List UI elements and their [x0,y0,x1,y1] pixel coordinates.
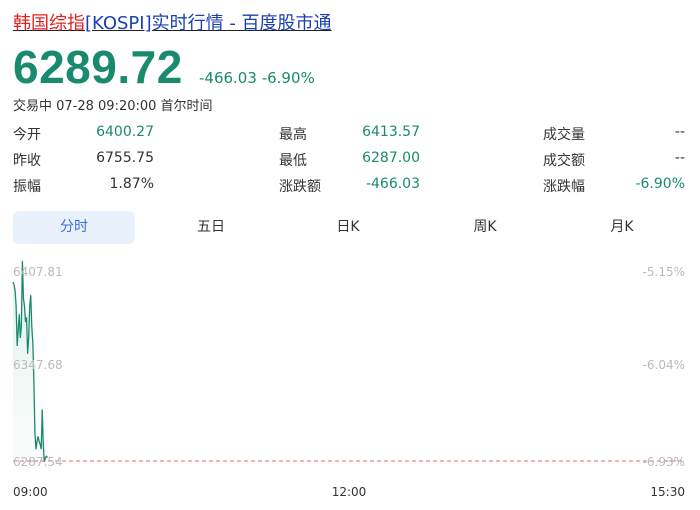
y-tick-low: 6287.54 [13,455,63,469]
stat-prev-close-label: 昨收 [13,153,41,169]
title-index-name[interactable]: 韩国综指 [13,13,85,34]
change-amount: -466.03 [199,69,257,87]
tab-weekly-k[interactable]: 周K [424,211,546,244]
change-percent: -6.90% [261,69,315,87]
stat-high-label: 最高 [279,127,307,143]
stat-low-label: 最低 [279,153,307,169]
trading-status: 交易中 07-28 09:20:00 首尔时间 [13,99,213,114]
tab-five-day[interactable]: 五日 [150,211,272,244]
stat-open-value: 6400.27 [96,124,154,140]
stat-prev-close-value: 6755.75 [96,150,154,166]
price-change: -466.03 -6.90% [199,69,315,87]
current-price: 6289.72 [13,41,183,93]
stat-change-amount-label: 涨跌额 [279,179,321,195]
stat-amplitude-label: 振幅 [13,179,41,195]
page-title[interactable]: 韩国综指[KOSPI]实时行情 - 百度股市通 [13,9,332,35]
stat-open-label: 今开 [13,127,41,143]
tab-intraday[interactable]: 分时 [13,211,135,244]
x-tick-open: 09:00 [13,485,48,499]
stat-change-pct-label: 涨跌幅 [543,179,585,195]
title-site-name[interactable]: [KOSPI]实时行情 - 百度股市通 [85,13,332,34]
stat-amplitude-value: 1.87% [109,176,154,192]
stat-change-pct-value: -6.90% [635,176,685,192]
x-tick-midday: 12:00 [332,485,367,499]
tab-monthly-k[interactable]: 月K [561,211,683,244]
y-pct-tick-low: -6.93% [643,455,685,469]
stat-volume-value: -- [674,124,685,140]
stat-turnover-label: 成交额 [543,153,585,169]
tab-daily-k[interactable]: 日K [287,211,409,244]
chart-period-tabs: 分时 五日 日K 周K 月K [13,211,685,244]
stat-high-value: 6413.57 [362,124,420,140]
intraday-chart[interactable]: 6407.81 6347.68 6287.54 -5.15% -6.04% -6… [0,250,700,505]
y-pct-tick-high: -5.15% [643,265,685,279]
stat-low-value: 6287.00 [362,150,420,166]
y-tick-high: 6407.81 [13,265,63,279]
stat-volume-label: 成交量 [543,127,585,143]
stat-turnover-value: -- [674,150,685,166]
x-tick-close: 15:30 [650,485,685,499]
stat-change-amount-value: -466.03 [365,176,420,192]
y-tick-mid: 6347.68 [13,358,63,372]
y-pct-tick-mid: -6.04% [643,358,685,372]
